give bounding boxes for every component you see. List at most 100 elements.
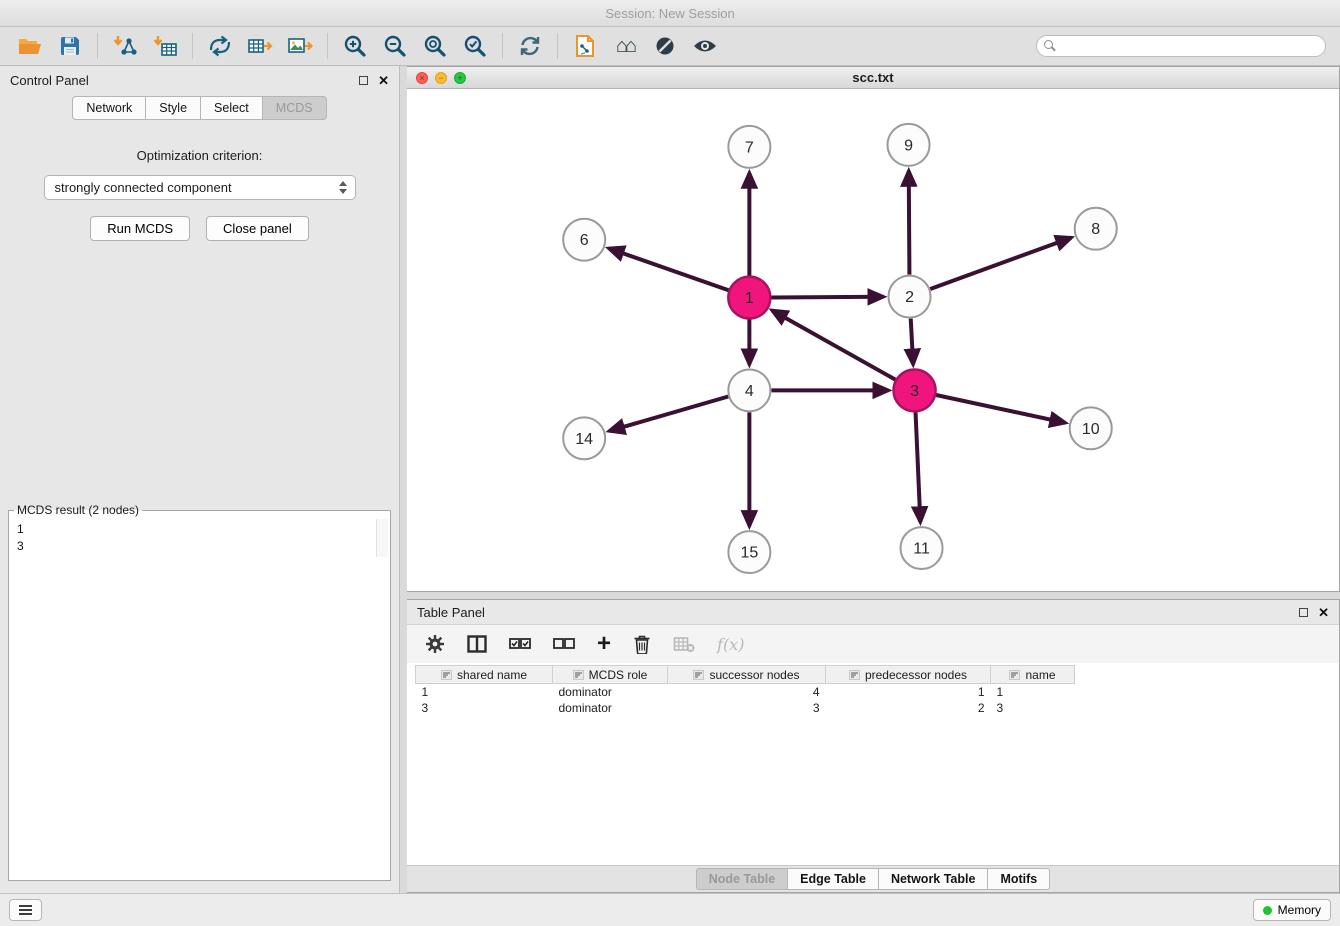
graph-edge-2-8[interactable]: [930, 238, 1071, 289]
column-header-mcds-role[interactable]: MCDS role: [553, 666, 668, 684]
cell-mcds-role[interactable]: dominator: [553, 684, 668, 700]
vertical-splitter[interactable]: [400, 66, 407, 893]
close-panel-button-secondary[interactable]: Close panel: [206, 216, 309, 241]
cell-name[interactable]: 1: [991, 684, 1075, 700]
export-network-button[interactable]: [200, 30, 240, 62]
search-input[interactable]: [1036, 35, 1326, 57]
tab-style[interactable]: Style: [145, 96, 200, 120]
close-window-button[interactable]: ×: [416, 72, 428, 84]
control-panel-title: Control Panel: [10, 73, 89, 88]
columns-icon: [467, 635, 487, 653]
network-graph[interactable]: 7968124314101511: [407, 89, 1339, 591]
zoom-fit-icon: [423, 34, 447, 58]
function-builder-button[interactable]: f(x): [717, 635, 744, 654]
close-table-panel-button[interactable]: ✕: [1318, 606, 1329, 619]
import-table-icon: [152, 34, 178, 58]
tab-mcds[interactable]: MCDS: [262, 96, 327, 120]
cell-predecessor-nodes[interactable]: 2: [826, 700, 991, 716]
mcds-result-line: 3: [17, 538, 382, 555]
sort-icon: [441, 670, 452, 680]
zoom-fit-button[interactable]: [415, 30, 455, 62]
memory-label: Memory: [1278, 903, 1321, 917]
cell-successor-nodes[interactable]: 3: [668, 700, 826, 716]
sort-icon: [849, 670, 860, 680]
import-network-button[interactable]: [105, 30, 145, 62]
graph-edge-3-10[interactable]: [936, 395, 1065, 423]
table-row[interactable]: 3 dominator 3 2 3: [416, 700, 1075, 716]
float-table-panel-button[interactable]: [1299, 608, 1308, 617]
column-header-successor-nodes[interactable]: successor nodes: [668, 666, 826, 684]
memory-status-icon: [1263, 906, 1272, 915]
export-table-button[interactable]: [240, 30, 280, 62]
show-columns-button[interactable]: [467, 635, 487, 653]
graph-edge-1-2[interactable]: [771, 297, 883, 298]
select-all-button[interactable]: [509, 637, 531, 651]
memory-button[interactable]: Memory: [1253, 899, 1331, 921]
zoom-out-button[interactable]: [375, 30, 415, 62]
table-row[interactable]: 1 dominator 4 1 1: [416, 684, 1075, 700]
optimization-criterion-value: strongly connected component: [55, 180, 232, 195]
zoom-in-icon: [343, 34, 367, 58]
minimize-window-button[interactable]: −: [435, 72, 447, 84]
column-header-shared-name[interactable]: shared name: [416, 666, 553, 684]
graph-node-label: 7: [745, 139, 754, 156]
tab-select[interactable]: Select: [200, 96, 262, 120]
fx-icon: f(x): [717, 635, 744, 654]
tab-network[interactable]: Network: [72, 96, 145, 120]
mcds-result-list[interactable]: 1 3: [11, 519, 388, 557]
delete-table-button[interactable]: [673, 635, 695, 653]
save-session-button[interactable]: [50, 30, 90, 62]
add-row-button[interactable]: +: [597, 632, 611, 656]
eye-icon: [692, 37, 718, 55]
delete-row-button[interactable]: [633, 634, 651, 654]
import-network-icon: [112, 34, 138, 58]
run-mcds-button[interactable]: Run MCDS: [90, 216, 190, 241]
zoom-selected-button[interactable]: [455, 30, 495, 62]
close-panel-button[interactable]: ✕: [378, 74, 389, 87]
horizontal-splitter[interactable]: [407, 592, 1340, 599]
table-settings-button[interactable]: [425, 634, 445, 654]
show-button[interactable]: [685, 30, 725, 62]
zoom-in-button[interactable]: [335, 30, 375, 62]
graph-edge-1-6[interactable]: [609, 248, 729, 290]
tab-edge-table[interactable]: Edge Table: [787, 868, 878, 890]
hide-button[interactable]: [645, 30, 685, 62]
deselect-all-button[interactable]: [553, 637, 575, 651]
right-column: scc.txt × − + 7968124314101511 Table Pan…: [407, 66, 1340, 893]
tab-network-table[interactable]: Network Table: [878, 868, 988, 890]
hide-slash-icon: [654, 35, 676, 57]
optimization-criterion-select[interactable]: strongly connected component: [44, 175, 356, 200]
toolbar-separator: [192, 33, 193, 59]
result-scrollbar[interactable]: [376, 519, 388, 557]
graph-edge-2-9[interactable]: [909, 171, 910, 275]
cell-predecessor-nodes[interactable]: 1: [826, 684, 991, 700]
task-history-button[interactable]: [9, 899, 42, 921]
graph-edge-3-1[interactable]: [772, 310, 895, 379]
refresh-view-button[interactable]: [510, 30, 550, 62]
cell-shared-name[interactable]: 3: [416, 700, 553, 716]
cell-mcds-role[interactable]: dominator: [553, 700, 668, 716]
column-header-predecessor-nodes[interactable]: predecessor nodes: [826, 666, 991, 684]
main-toolbar: ⌂⌂: [0, 27, 1340, 66]
cell-shared-name[interactable]: 1: [416, 684, 553, 700]
trash-icon: [633, 634, 651, 654]
graph-edge-2-3[interactable]: [911, 319, 913, 365]
network-canvas[interactable]: 7968124314101511: [407, 89, 1339, 591]
graph-edge-3-11[interactable]: [916, 412, 921, 522]
open-session-button[interactable]: [10, 30, 50, 62]
import-table-button[interactable]: [145, 30, 185, 62]
sort-icon: [693, 670, 704, 680]
float-panel-button[interactable]: [359, 76, 368, 85]
export-image-button[interactable]: [280, 30, 320, 62]
graph-edge-4-14[interactable]: [609, 396, 728, 431]
zoom-window-button[interactable]: +: [454, 72, 466, 84]
cell-name[interactable]: 3: [991, 700, 1075, 716]
cell-successor-nodes[interactable]: 4: [668, 684, 826, 700]
column-header-name[interactable]: name: [991, 666, 1075, 684]
network-window-title: scc.txt: [407, 70, 1339, 85]
apply-style-button[interactable]: [565, 30, 605, 62]
tab-motifs[interactable]: Motifs: [987, 868, 1050, 890]
home-button[interactable]: ⌂⌂: [605, 30, 645, 62]
checked-boxes-icon: [509, 637, 531, 651]
tab-node-table[interactable]: Node Table: [696, 868, 787, 890]
